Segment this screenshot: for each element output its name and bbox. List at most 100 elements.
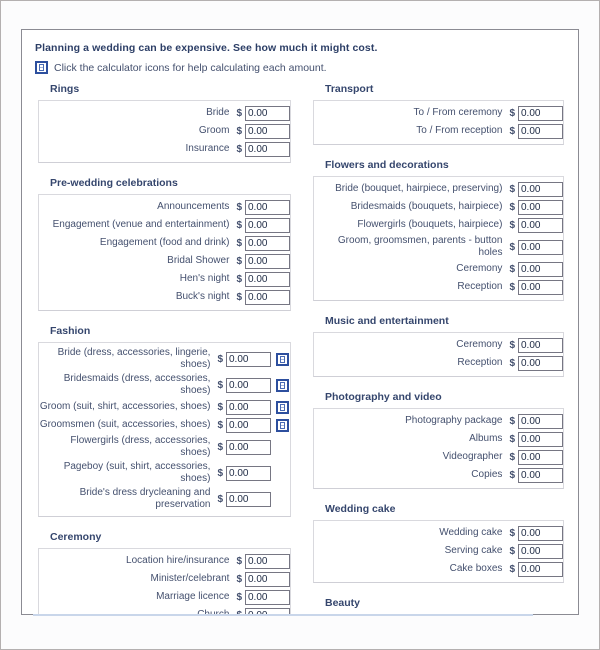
amount-input[interactable] bbox=[245, 105, 290, 121]
amount-input[interactable] bbox=[518, 413, 563, 429]
amount-input[interactable] bbox=[245, 271, 290, 287]
section-music-and-entertainment: Music and entertainmentCeremony$Receptio… bbox=[313, 315, 564, 377]
calculator-icon[interactable] bbox=[276, 418, 289, 432]
amount-input[interactable] bbox=[518, 525, 563, 541]
amount-input[interactable] bbox=[226, 351, 271, 367]
left-column: Rings Bride $ Groom $ Insurance $ Pre-wedding c… bbox=[32, 83, 301, 614]
budget-row: Buck's night $ bbox=[39, 288, 290, 306]
section-flowers-and-decorations: Flowers and decorations Bride (bouquet, h… bbox=[313, 159, 564, 301]
budget-row: Bride's dress drycleaning and preservati… bbox=[39, 486, 290, 512]
amount-input[interactable] bbox=[245, 235, 290, 251]
calculator-icon[interactable] bbox=[276, 352, 289, 366]
budget-row: Hen's night $ bbox=[39, 270, 290, 288]
row-label: Groom (suit, shirt, accessories, shoes) bbox=[39, 401, 211, 412]
budget-row: Bridal Shower $ bbox=[39, 252, 290, 270]
currency-symbol: $ bbox=[236, 107, 242, 119]
currency-symbol: $ bbox=[236, 143, 242, 155]
columns-wrapper: Rings Bride $ Groom $ Insurance $ Pre-wedding c… bbox=[22, 83, 578, 614]
currency-symbol: $ bbox=[509, 107, 515, 119]
amount-input[interactable] bbox=[518, 105, 563, 121]
currency-symbol: $ bbox=[217, 419, 223, 431]
amount-input[interactable] bbox=[518, 123, 563, 139]
amount-input[interactable] bbox=[245, 553, 290, 569]
amount-input[interactable] bbox=[518, 543, 563, 559]
amount-input[interactable] bbox=[245, 571, 290, 587]
section-title: Flowers and decorations bbox=[325, 159, 449, 171]
section-box: Bride (dress, accessories, lingerie, sho… bbox=[38, 342, 291, 517]
amount-input[interactable] bbox=[518, 279, 563, 295]
section-photography-and-video: Photography and video Photography package… bbox=[313, 391, 564, 489]
currency-symbol: $ bbox=[236, 555, 242, 567]
calculator-hint: Click the calculator icons for help calc… bbox=[35, 61, 578, 74]
budget-row: Bride (dress, accessories, lingerie, sho… bbox=[39, 346, 290, 372]
amount-input[interactable] bbox=[245, 589, 290, 605]
calculator-icon[interactable] bbox=[35, 61, 48, 74]
budget-row: Groom (suit, shirt, accessories, shoes) $ bbox=[39, 398, 290, 416]
section-title: Ceremony bbox=[50, 531, 102, 543]
budget-row: Copies $ bbox=[314, 466, 563, 484]
budget-row: Bride $ bbox=[39, 104, 290, 122]
row-label: Bridesmaids (dress, accessories, shoes) bbox=[63, 373, 211, 396]
amount-input[interactable] bbox=[518, 181, 563, 197]
page-title: Planning a wedding can be expensive. See… bbox=[35, 42, 378, 54]
amount-input[interactable] bbox=[226, 399, 271, 415]
currency-symbol: $ bbox=[509, 125, 515, 137]
amount-input[interactable] bbox=[518, 199, 563, 215]
currency-symbol: $ bbox=[236, 273, 242, 285]
amount-input[interactable] bbox=[518, 561, 563, 577]
section-title: Wedding cake bbox=[325, 503, 396, 515]
budget-row: Announcements $ bbox=[39, 198, 290, 216]
amount-input[interactable] bbox=[518, 431, 563, 447]
amount-input[interactable] bbox=[245, 199, 290, 215]
section-title: Pre-wedding celebrations bbox=[50, 177, 178, 189]
amount-input[interactable] bbox=[226, 491, 271, 507]
calculator-slot bbox=[271, 400, 290, 414]
amount-input[interactable] bbox=[518, 337, 563, 353]
section-title: Music and entertainment bbox=[325, 315, 449, 327]
currency-symbol: $ bbox=[236, 201, 242, 213]
calculator-icon[interactable] bbox=[276, 400, 289, 414]
row-label: Groom, groomsmen, parents - button holes bbox=[337, 235, 503, 258]
row-label: Bridal Shower bbox=[167, 255, 230, 266]
amount-input[interactable] bbox=[518, 467, 563, 483]
amount-input[interactable] bbox=[518, 239, 563, 255]
currency-symbol: $ bbox=[509, 281, 515, 293]
row-label: Albums bbox=[469, 433, 503, 444]
currency-symbol: $ bbox=[509, 357, 515, 369]
amount-input[interactable] bbox=[518, 217, 563, 233]
amount-input[interactable] bbox=[245, 123, 290, 139]
row-label: Insurance bbox=[185, 143, 230, 154]
currency-symbol: $ bbox=[217, 493, 223, 505]
section-box: Announcements$Engagement (venue and ente… bbox=[38, 194, 291, 311]
amount-input[interactable] bbox=[226, 465, 271, 481]
budget-row: To / From reception $ bbox=[314, 122, 563, 140]
amount-input[interactable] bbox=[226, 417, 271, 433]
budget-row: Groom, groomsmen, parents - button holes… bbox=[314, 234, 563, 260]
row-label: Groom bbox=[198, 125, 230, 136]
currency-symbol: $ bbox=[509, 201, 515, 213]
amount-input[interactable] bbox=[245, 253, 290, 269]
row-label: Marriage licence bbox=[156, 591, 230, 602]
amount-input[interactable] bbox=[226, 439, 271, 455]
section-box: To / From ceremony $ To / From reception $ bbox=[313, 100, 564, 145]
amount-input[interactable] bbox=[518, 355, 563, 371]
amount-input[interactable] bbox=[518, 261, 563, 277]
budget-row: Albums $ bbox=[314, 430, 563, 448]
amount-input[interactable] bbox=[245, 217, 290, 233]
row-label: To / From ceremony bbox=[413, 107, 503, 118]
calculator-icon[interactable] bbox=[276, 378, 289, 392]
row-label: Announcements bbox=[157, 201, 230, 212]
amount-input[interactable] bbox=[518, 449, 563, 465]
section-box: Photography package $ Albums $ Videographer $… bbox=[313, 408, 564, 489]
amount-input[interactable] bbox=[245, 289, 290, 305]
budget-row: Ceremony $ bbox=[314, 336, 563, 354]
budget-row: Flowergirls (dress, accessories, shoes) $ bbox=[39, 434, 290, 460]
currency-symbol: $ bbox=[236, 219, 242, 231]
amount-input[interactable] bbox=[245, 141, 290, 157]
budget-row: Bridesmaids (dress, accessories, shoes) $ bbox=[39, 372, 290, 398]
row-label: Hen's night bbox=[179, 273, 230, 284]
currency-symbol: $ bbox=[509, 545, 515, 557]
amount-input[interactable] bbox=[226, 377, 271, 393]
section-transport: TransportTo / From ceremony$To / From re… bbox=[313, 83, 564, 145]
currency-symbol: $ bbox=[509, 183, 515, 195]
